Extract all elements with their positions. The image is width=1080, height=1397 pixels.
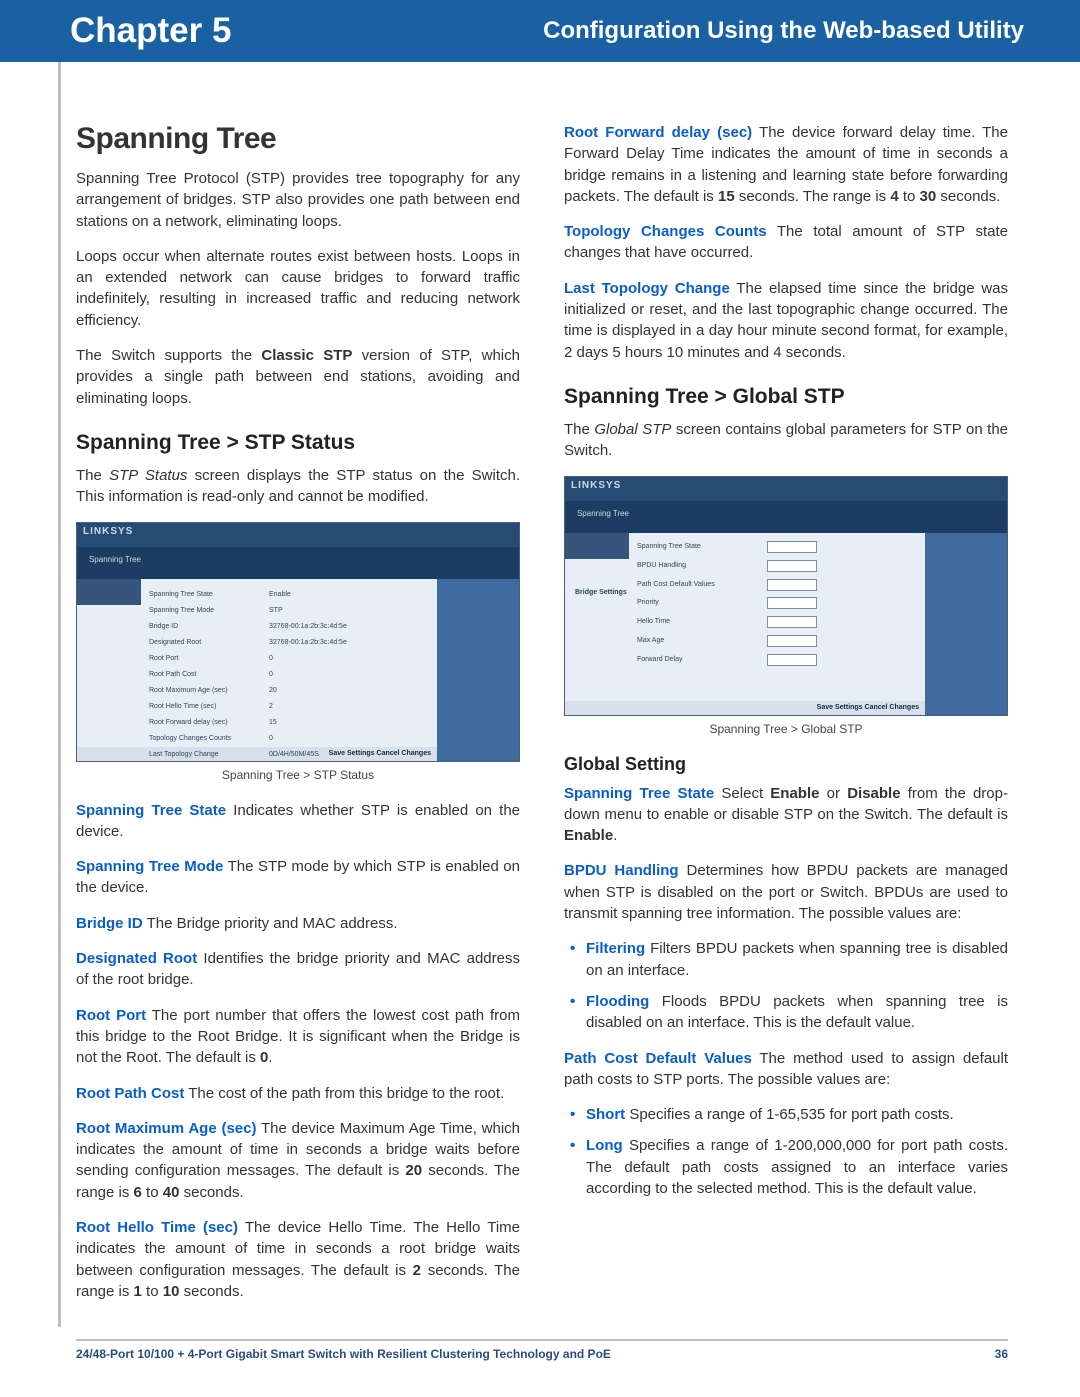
nav-tab: Spanning Tree	[573, 507, 633, 531]
def: Spanning Tree Mode The STP mode by which…	[76, 856, 520, 899]
figure-caption: Spanning Tree > Global STP	[564, 722, 1008, 736]
screenshot-global-stp: LINKSYS Spanning Tree Spanning Tree Stat…	[564, 476, 1008, 716]
help-pane	[437, 579, 519, 761]
def: BPDU Handling Determines how BPDU packet…	[564, 860, 1008, 924]
chapter-number: Chapter 5	[70, 11, 231, 51]
para: Loops occur when alternate routes exist …	[76, 246, 520, 331]
table-row: Root Path Cost0	[149, 671, 425, 678]
def: Designated Root Identifies the bridge pr…	[76, 948, 520, 991]
para: The Global STP screen contains global pa…	[564, 419, 1008, 462]
field: BPDU Handling	[637, 560, 913, 572]
bridge-settings-group: Priority Hello Time Max Age Forward Dela…	[637, 597, 913, 673]
product-name: 24/48-Port 10/100 + 4-Port Gigabit Smart…	[76, 1347, 611, 1361]
term: Designated Root	[76, 950, 197, 967]
list-item: Flooding Floods BPDU packets when spanni…	[586, 991, 1008, 1034]
term: Spanning Tree State	[564, 785, 714, 802]
heading-global-setting: Global Setting	[564, 754, 1008, 775]
logo: LINKSYS	[571, 480, 621, 491]
heading-stp-status: Spanning Tree > STP Status	[76, 431, 520, 455]
term: Spanning Tree State	[76, 802, 226, 819]
table-row: Spanning Tree ModeSTP	[149, 607, 425, 614]
save-cancel-buttons: Save Settings Cancel Changes	[329, 750, 431, 757]
term: Root Hello Time (sec)	[76, 1219, 238, 1236]
nav-tab: Spanning Tree	[85, 553, 145, 577]
page: Chapter 5 Configuration Using the Web-ba…	[0, 0, 1080, 1397]
field: Spanning Tree State	[637, 541, 913, 553]
figure-stp-status: LINKSYS Spanning Tree Spanning Tree Stat…	[76, 522, 520, 762]
def: Root Forward delay (sec) The device forw…	[564, 122, 1008, 207]
term: Bridge ID	[76, 915, 143, 932]
term: Root Forward delay (sec)	[564, 124, 752, 141]
def: Path Cost Default Values The method used…	[564, 1048, 1008, 1091]
subnav	[565, 533, 629, 559]
term: Spanning Tree Mode	[76, 858, 223, 875]
def: Topology Changes Counts The total amount…	[564, 221, 1008, 264]
def: Root Hello Time (sec) The device Hello T…	[76, 1217, 520, 1302]
field: Hello Time	[637, 616, 913, 628]
figure-caption: Spanning Tree > STP Status	[76, 768, 520, 782]
def: Spanning Tree State Indicates whether ST…	[76, 800, 520, 843]
chapter-title: Configuration Using the Web-based Utilit…	[543, 17, 1024, 45]
dropdown-icon	[767, 579, 817, 591]
field: Path Cost Default Values	[637, 579, 913, 591]
table-row: Spanning Tree StateEnable	[149, 591, 425, 598]
term: Last Topology Change	[564, 280, 730, 297]
chapter-banner: Chapter 5 Configuration Using the Web-ba…	[0, 0, 1080, 62]
table-row: Bridge ID32768-00:1a:2b:3c:4d:5e	[149, 623, 425, 630]
def: Root Port The port number that offers th…	[76, 1005, 520, 1069]
def: Last Topology Change The elapsed time si…	[564, 278, 1008, 363]
term: Root Path Cost	[76, 1085, 184, 1102]
page-number: 36	[995, 1347, 1008, 1361]
table-row: Topology Changes Counts0	[149, 735, 425, 742]
def: Spanning Tree State Select Enable or Dis…	[564, 783, 1008, 847]
dropdown-icon	[767, 560, 817, 572]
global-fields: Spanning Tree State BPDU Handling Path C…	[637, 541, 913, 598]
content: Spanning Tree Spanning Tree Protocol (ST…	[0, 62, 1080, 1316]
subnav	[77, 579, 141, 605]
page-footer: 24/48-Port 10/100 + 4-Port Gigabit Smart…	[76, 1339, 1008, 1361]
logo: LINKSYS	[83, 526, 133, 537]
pathcost-values-list: Short Specifies a range of 1-65,535 for …	[564, 1104, 1008, 1199]
table-row: Root Forward delay (sec)15	[149, 719, 425, 726]
def: Bridge ID The Bridge priority and MAC ad…	[76, 913, 520, 934]
table-row: Root Maximum Age (sec)20	[149, 687, 425, 694]
def: Root Path Cost The cost of the path from…	[76, 1083, 520, 1104]
status-rows: Spanning Tree StateEnable Spanning Tree …	[149, 591, 425, 767]
term: Topology Changes Counts	[564, 223, 767, 240]
save-cancel-buttons: Save Settings Cancel Changes	[817, 704, 919, 711]
list-item: Short Specifies a range of 1-65,535 for …	[586, 1104, 1008, 1125]
right-column: Root Forward delay (sec) The device forw…	[564, 122, 1008, 1316]
term: Root Maximum Age (sec)	[76, 1120, 256, 1137]
term: BPDU Handling	[564, 862, 679, 879]
para: The Switch supports the Classic STP vers…	[76, 345, 520, 409]
field: Max Age	[637, 635, 913, 647]
figure-global-stp: LINKSYS Spanning Tree Spanning Tree Stat…	[564, 476, 1008, 716]
side-rule	[58, 62, 61, 1327]
list-item: Long Specifies a range of 1-200,000,000 …	[586, 1135, 1008, 1199]
para: Spanning Tree Protocol (STP) provides tr…	[76, 168, 520, 232]
def: Root Maximum Age (sec) The device Maximu…	[76, 1118, 520, 1203]
table-row: Root Port0	[149, 655, 425, 662]
field: Forward Delay	[637, 654, 913, 666]
screenshot-stp-status: LINKSYS Spanning Tree Spanning Tree Stat…	[76, 522, 520, 762]
bpdu-values-list: Filtering Filters BPDU packets when span…	[564, 938, 1008, 1033]
bridge-settings-label: Bridge Settings	[575, 589, 627, 596]
heading-spanning-tree: Spanning Tree	[76, 122, 520, 156]
para: The STP Status screen displays the STP s…	[76, 465, 520, 508]
table-row: Root Hello Time (sec)2	[149, 703, 425, 710]
term: Root Port	[76, 1007, 146, 1024]
list-item: Filtering Filters BPDU packets when span…	[586, 938, 1008, 981]
dropdown-icon	[767, 541, 817, 553]
term: Path Cost Default Values	[564, 1050, 752, 1067]
field: Priority	[637, 597, 913, 609]
table-row: Designated Root32768-00:1a:2b:3c:4d:5e	[149, 639, 425, 646]
help-pane	[925, 533, 1007, 715]
heading-global-stp: Spanning Tree > Global STP	[564, 385, 1008, 409]
left-column: Spanning Tree Spanning Tree Protocol (ST…	[76, 122, 520, 1316]
